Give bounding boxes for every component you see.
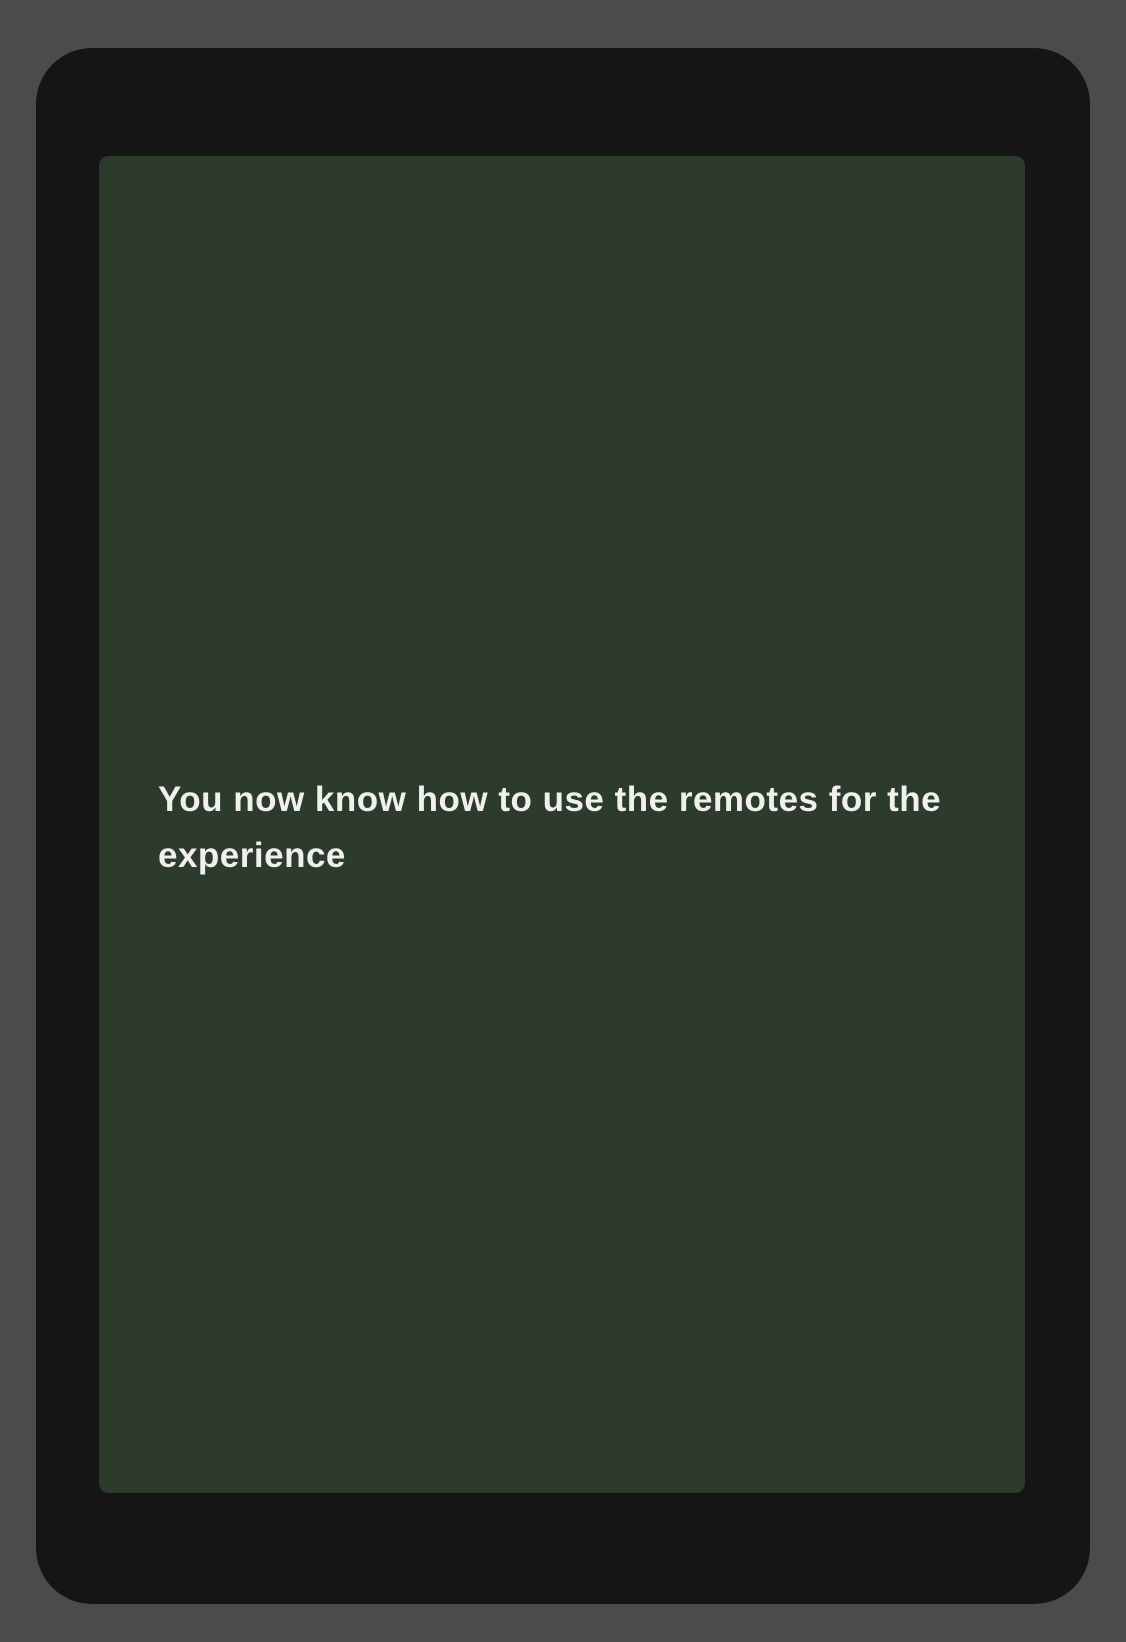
tablet-frame: You now know how to use the remotes for … bbox=[36, 48, 1090, 1604]
completion-message: You now know how to use the remotes for … bbox=[158, 780, 942, 875]
tablet-screen: You now know how to use the remotes for … bbox=[99, 156, 1025, 1493]
backdrop: You now know how to use the remotes for … bbox=[0, 0, 1126, 1642]
